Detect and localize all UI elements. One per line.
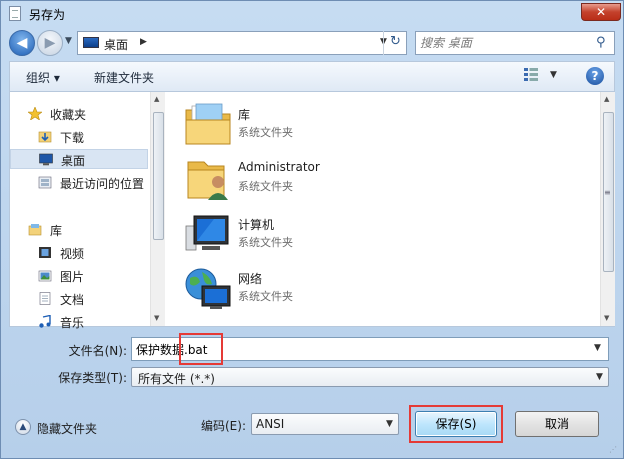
save-form: 文件名(N): ▼ 保存类型(T): 所有文件 (*.*) ▼ <box>9 329 615 389</box>
list-item-network[interactable]: 网络 系统文件夹 <box>184 266 384 316</box>
desktop-icon <box>83 37 99 48</box>
window-title: 另存为 <box>29 8 66 22</box>
sidebar-item-label: 图片 <box>60 270 85 284</box>
file-type: 系统文件夹 <box>238 290 293 303</box>
libraries-folder-icon <box>185 103 231 145</box>
help-button[interactable]: ? <box>586 67 604 85</box>
sidebar-item-label: 收藏夹 <box>50 108 87 122</box>
file-name: 计算机 <box>238 218 275 232</box>
breadcrumb-desktop[interactable]: 桌面 <box>104 36 128 53</box>
sidebar-scrollbar[interactable]: ▲ ▼ <box>150 92 165 326</box>
documents-icon <box>39 292 51 305</box>
organize-menu[interactable]: 组织 ▾ <box>26 69 60 86</box>
downloads-icon <box>38 131 52 143</box>
scroll-grip-icon: ≡ <box>604 188 611 197</box>
hide-folders-label: 隐藏文件夹 <box>37 422 98 436</box>
breadcrumb-chevron-icon[interactable]: ▶ <box>140 37 147 47</box>
address-bar[interactable]: 桌面 ▶ ▼ <box>77 31 407 55</box>
list-item-administrator[interactable]: Administrator 系统文件夹 <box>184 156 384 206</box>
pictures-icon <box>38 270 52 282</box>
file-type: 系统文件夹 <box>238 236 293 249</box>
search-icon[interactable]: ⚲ <box>596 35 606 50</box>
view-options-icon[interactable] <box>524 68 538 82</box>
refresh-button[interactable]: ↻ <box>383 31 407 55</box>
file-name: Administrator <box>238 160 320 174</box>
file-type: 系统文件夹 <box>238 180 293 193</box>
sidebar-item-recent-places[interactable]: 最近访问的位置 <box>38 173 150 193</box>
filename-extension-highlight <box>179 333 223 365</box>
recent-places-icon <box>38 176 52 189</box>
resize-grip-icon[interactable]: ⋰ <box>609 445 617 454</box>
sidebar-item-label: 最近访问的位置 <box>60 177 145 191</box>
sidebar-item-label: 文档 <box>60 293 85 307</box>
sidebar-scroll-thumb[interactable] <box>153 112 164 240</box>
file-name: 网络 <box>238 272 263 286</box>
title-bar[interactable]: 另存为 ✕ <box>1 1 623 27</box>
scroll-down-arrow-icon[interactable]: ▼ <box>154 314 159 322</box>
notepad-icon <box>9 6 21 21</box>
search-input[interactable] <box>420 35 590 51</box>
command-bar: 组织 ▾ 新建文件夹 ▼ ? <box>9 61 615 91</box>
filename-dropdown-icon[interactable]: ▼ <box>594 343 601 353</box>
close-button[interactable]: ✕ <box>581 3 621 21</box>
forward-button[interactable]: ▶ <box>37 30 63 56</box>
sidebar-item-pictures[interactable]: 图片 <box>38 266 146 286</box>
network-icon <box>185 268 231 309</box>
file-type: 系统文件夹 <box>238 126 293 139</box>
favorites-star-icon <box>28 107 42 120</box>
filetype-dropdown-icon[interactable]: ▼ <box>596 372 603 382</box>
sidebar-item-label: 库 <box>50 224 63 238</box>
history-dropdown-icon[interactable]: ▼ <box>65 36 72 46</box>
back-button[interactable]: ◀ <box>9 30 35 56</box>
save-as-dialog: 另存为 ✕ ◀ ▶ ▼ 桌面 ▶ ▼ ↻ ⚲ 组织 ▾ 新建文件夹 ▼ ? 收藏… <box>0 0 624 459</box>
sidebar-item-favorites[interactable]: 收藏夹 <box>28 104 146 124</box>
filename-label: 文件名(N): <box>68 344 127 358</box>
encoding-select[interactable]: ANSI ▼ <box>251 413 399 435</box>
libraries-icon <box>28 224 42 236</box>
search-box[interactable]: ⚲ <box>415 31 615 55</box>
sidebar-item-label: 视频 <box>60 247 85 261</box>
user-folder-icon <box>187 161 228 200</box>
sidebar-item-label: 桌面 <box>61 154 86 168</box>
new-folder-button[interactable]: 新建文件夹 <box>94 69 154 86</box>
list-item-libraries[interactable]: 库 系统文件夹 <box>184 102 384 152</box>
browser-panes: 收藏夹 下载 桌面 最近访问的位置 库 视频 图片 文档 音乐 ▲ ▼ 库 系统… <box>9 91 615 330</box>
sidebar-item-videos[interactable]: 视频 <box>38 243 146 263</box>
computer-icon <box>185 215 229 251</box>
encoding-value: ANSI <box>256 417 285 431</box>
sidebar-item-label: 下载 <box>60 131 85 145</box>
desktop-icon <box>39 153 53 166</box>
videos-icon <box>39 247 51 258</box>
encoding-dropdown-icon[interactable]: ▼ <box>386 419 393 429</box>
file-list: 库 系统文件夹 Administrator 系统文件夹 计算机 系统文件夹 网络… <box>166 92 600 326</box>
view-dropdown-icon[interactable]: ▼ <box>550 70 557 80</box>
encoding-label: 编码(E): <box>201 419 246 433</box>
scroll-up-arrow-icon[interactable]: ▲ <box>154 95 159 103</box>
sidebar-item-documents[interactable]: 文档 <box>38 289 146 309</box>
file-name: 库 <box>238 108 251 122</box>
scroll-down-arrow-icon[interactable]: ▼ <box>604 314 609 322</box>
save-button-highlight <box>409 405 503 443</box>
filetype-label: 保存类型(T): <box>58 371 127 385</box>
navigation-pane: 收藏夹 下载 桌面 最近访问的位置 库 视频 图片 文档 音乐 ▲ ▼ <box>10 92 165 330</box>
collapse-up-icon: ▲ <box>15 419 31 435</box>
dialog-footer: ▲ 隐藏文件夹 编码(E): ANSI ▼ 保存(S) 取消 ⋰ <box>1 393 623 459</box>
cancel-button[interactable]: 取消 <box>515 411 599 437</box>
sidebar-item-desktop[interactable]: 桌面 <box>10 149 148 169</box>
list-item-computer[interactable]: 计算机 系统文件夹 <box>184 212 384 262</box>
address-row: ◀ ▶ ▼ 桌面 ▶ ▼ ↻ ⚲ <box>1 27 623 59</box>
filetype-value: 所有文件 (*.*) <box>138 372 215 386</box>
file-list-scrollbar[interactable]: ▲ ≡ ▼ <box>600 92 615 326</box>
filetype-select[interactable]: 所有文件 (*.*) ▼ <box>131 367 609 387</box>
sidebar-item-downloads[interactable]: 下载 <box>38 127 146 147</box>
sidebar-item-libraries[interactable]: 库 <box>28 220 146 240</box>
scroll-up-arrow-icon[interactable]: ▲ <box>604 95 609 103</box>
music-icon <box>39 315 51 328</box>
